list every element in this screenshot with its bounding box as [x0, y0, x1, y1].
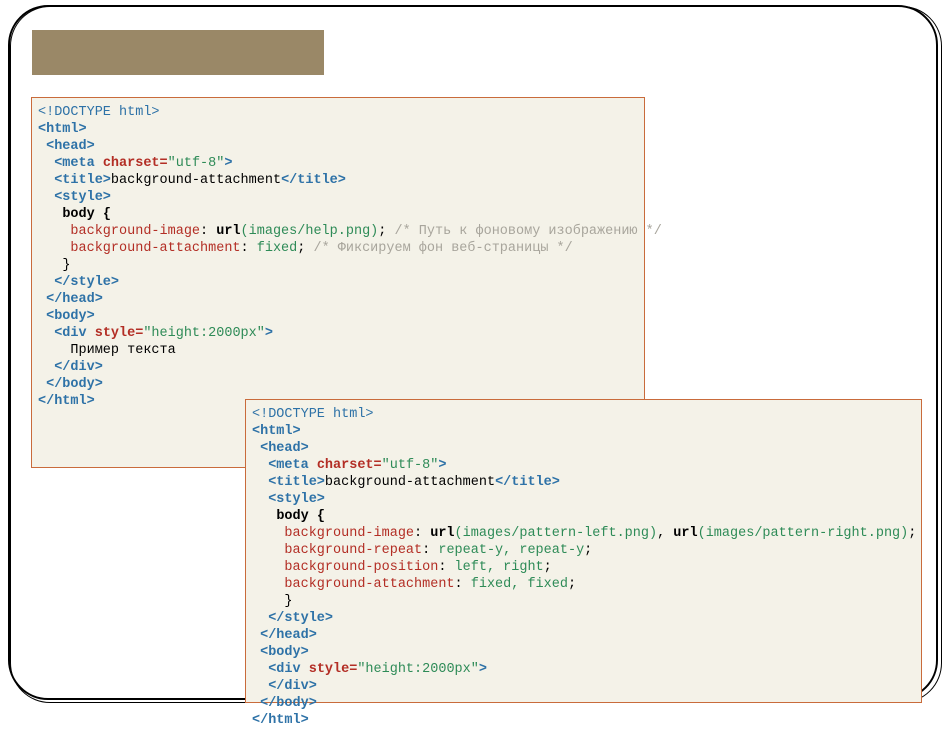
body-close: </body> — [260, 696, 317, 711]
code-example-2: <!DOCTYPE html> <html> <head> <meta char… — [245, 399, 922, 703]
semi: ; — [908, 526, 916, 541]
div-val: "height:2000px" — [143, 326, 265, 341]
close-brace: } — [62, 258, 70, 273]
meta-close: > — [224, 156, 232, 171]
close-brace: } — [284, 594, 292, 609]
bg-repeat-prop: background-repeat — [284, 543, 422, 558]
meta-open: <meta — [268, 458, 309, 473]
url-fn: url — [673, 526, 697, 541]
div-open: <div — [268, 662, 300, 677]
div-close: > — [265, 326, 273, 341]
head-close: </head> — [46, 292, 103, 307]
bg-attach-prop: background-attachment — [70, 241, 240, 256]
body-open: <body> — [260, 645, 309, 660]
div-val: "height:2000px" — [357, 662, 479, 677]
url-arg: (images/help.png) — [241, 224, 379, 239]
meta-close: > — [438, 458, 446, 473]
div-end: </div> — [268, 679, 317, 694]
doctype: <!DOCTYPE html> — [252, 407, 374, 422]
body-selector: body { — [62, 207, 111, 222]
bg-pos-val: left, right — [455, 560, 544, 575]
semi: ; — [544, 560, 552, 575]
semi: ; — [584, 543, 592, 558]
div-attr: style= — [95, 326, 144, 341]
bg-attach-val: fixed — [257, 241, 298, 256]
title-close: </title> — [281, 173, 346, 188]
style-close: </style> — [268, 611, 333, 626]
html-close: </html> — [252, 713, 309, 728]
html-close: </html> — [38, 394, 95, 409]
slide: <!DOCTYPE html> <html> <head> <meta char… — [0, 0, 949, 708]
bg-attach-prop: background-attachment — [284, 577, 454, 592]
html-open: <html> — [252, 424, 301, 439]
div-open: <div — [54, 326, 86, 341]
meta-attr: charset= — [317, 458, 382, 473]
comment-1: /* Путь к фоновому изображению */ — [386, 224, 661, 239]
head-open: <head> — [260, 441, 309, 456]
url-arg: (images/pattern-right.png) — [698, 526, 909, 541]
head-close: </head> — [260, 628, 317, 643]
doctype: <!DOCTYPE html> — [38, 105, 160, 120]
colon: : — [414, 526, 430, 541]
body-selector: body { — [276, 509, 325, 524]
div-attr: style= — [309, 662, 358, 677]
url-fn: url — [216, 224, 240, 239]
colon: : — [422, 543, 438, 558]
head-open: <head> — [46, 139, 95, 154]
url-fn: url — [430, 526, 454, 541]
body-close: </body> — [46, 377, 103, 392]
body-open: <body> — [46, 309, 95, 324]
bg-image-prop: background-image — [70, 224, 200, 239]
bg-attach-val: fixed, fixed — [471, 577, 568, 592]
colon: : — [241, 241, 257, 256]
bg-repeat-val: repeat-y, repeat-y — [438, 543, 584, 558]
style-open: <style> — [54, 190, 111, 205]
colon: : — [200, 224, 216, 239]
title-placeholder — [32, 30, 324, 75]
style-close: </style> — [54, 275, 119, 290]
bg-pos-prop: background-position — [284, 560, 438, 575]
bg-image-prop: background-image — [284, 526, 414, 541]
div-text: Пример текста — [70, 343, 175, 358]
meta-open: <meta — [54, 156, 95, 171]
style-open: <style> — [268, 492, 325, 507]
title-text: background-attachment — [325, 475, 495, 490]
colon: : — [438, 560, 454, 575]
meta-attr: charset= — [103, 156, 168, 171]
title-text: background-attachment — [111, 173, 281, 188]
colon: : — [455, 577, 471, 592]
html-open: <html> — [38, 122, 87, 137]
url-arg: (images/pattern-left.png) — [455, 526, 658, 541]
meta-val: "utf-8" — [168, 156, 225, 171]
sep: , — [657, 526, 673, 541]
div-end: </div> — [54, 360, 103, 375]
semi: ; — [568, 577, 576, 592]
meta-val: "utf-8" — [382, 458, 439, 473]
title-open: <title> — [54, 173, 111, 188]
title-close: </title> — [495, 475, 560, 490]
comment-2: /* Фиксируем фон веб-страницы */ — [305, 241, 572, 256]
div-close: > — [479, 662, 487, 677]
title-open: <title> — [268, 475, 325, 490]
